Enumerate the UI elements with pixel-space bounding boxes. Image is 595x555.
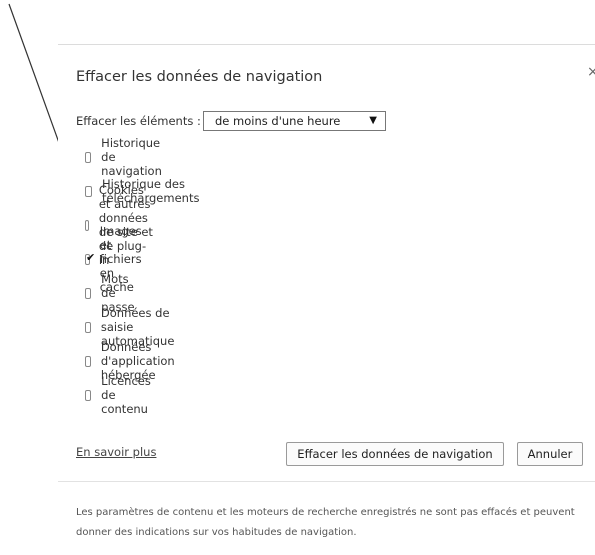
checkbox[interactable] <box>85 321 91 333</box>
checkbox[interactable] <box>85 151 92 163</box>
checkbox[interactable] <box>85 185 92 197</box>
checkbox-row[interactable]: Historique de navigation <box>85 136 167 178</box>
time-range-select[interactable]: de moins d'une heure ▼ <box>203 111 386 131</box>
dialog-title: Effacer les données de navigation <box>76 69 323 85</box>
close-icon[interactable]: × <box>587 64 595 80</box>
checkbox[interactable] <box>85 251 95 265</box>
checkbox-label: Licences de contenu <box>101 374 151 416</box>
checkbox[interactable] <box>85 389 92 401</box>
dropdown-arrow-icon: ▼ <box>369 115 377 126</box>
checkbox-row[interactable]: Données de saisie automatique <box>85 306 180 348</box>
checkbox-row[interactable]: Licences de contenu <box>85 374 156 416</box>
footer-divider <box>58 481 595 482</box>
clear-browsing-data-dialog: Effacer les données de navigation × Effa… <box>58 44 595 555</box>
cancel-button[interactable]: Annuler <box>517 442 583 466</box>
checkbox-row[interactable]: Mots de passe <box>85 272 139 314</box>
learn-more-link[interactable]: En savoir plus <box>76 445 156 459</box>
footer-note: Les paramètres de contenu et les moteurs… <box>76 507 575 538</box>
checkbox[interactable] <box>85 355 91 367</box>
checkbox[interactable] <box>85 287 92 299</box>
time-range-label: Effacer les éléments : <box>76 114 201 128</box>
clear-data-button[interactable]: Effacer les données de navigation <box>286 442 504 466</box>
checkbox-row[interactable]: Images et fichiers en cache <box>85 224 148 294</box>
time-range-value: de moins d'une heure <box>215 114 341 128</box>
checkbox-row[interactable]: Données d'application hébergée <box>85 340 180 382</box>
checkbox[interactable] <box>85 219 89 231</box>
checkbox-label: Historique de navigation <box>101 136 162 178</box>
